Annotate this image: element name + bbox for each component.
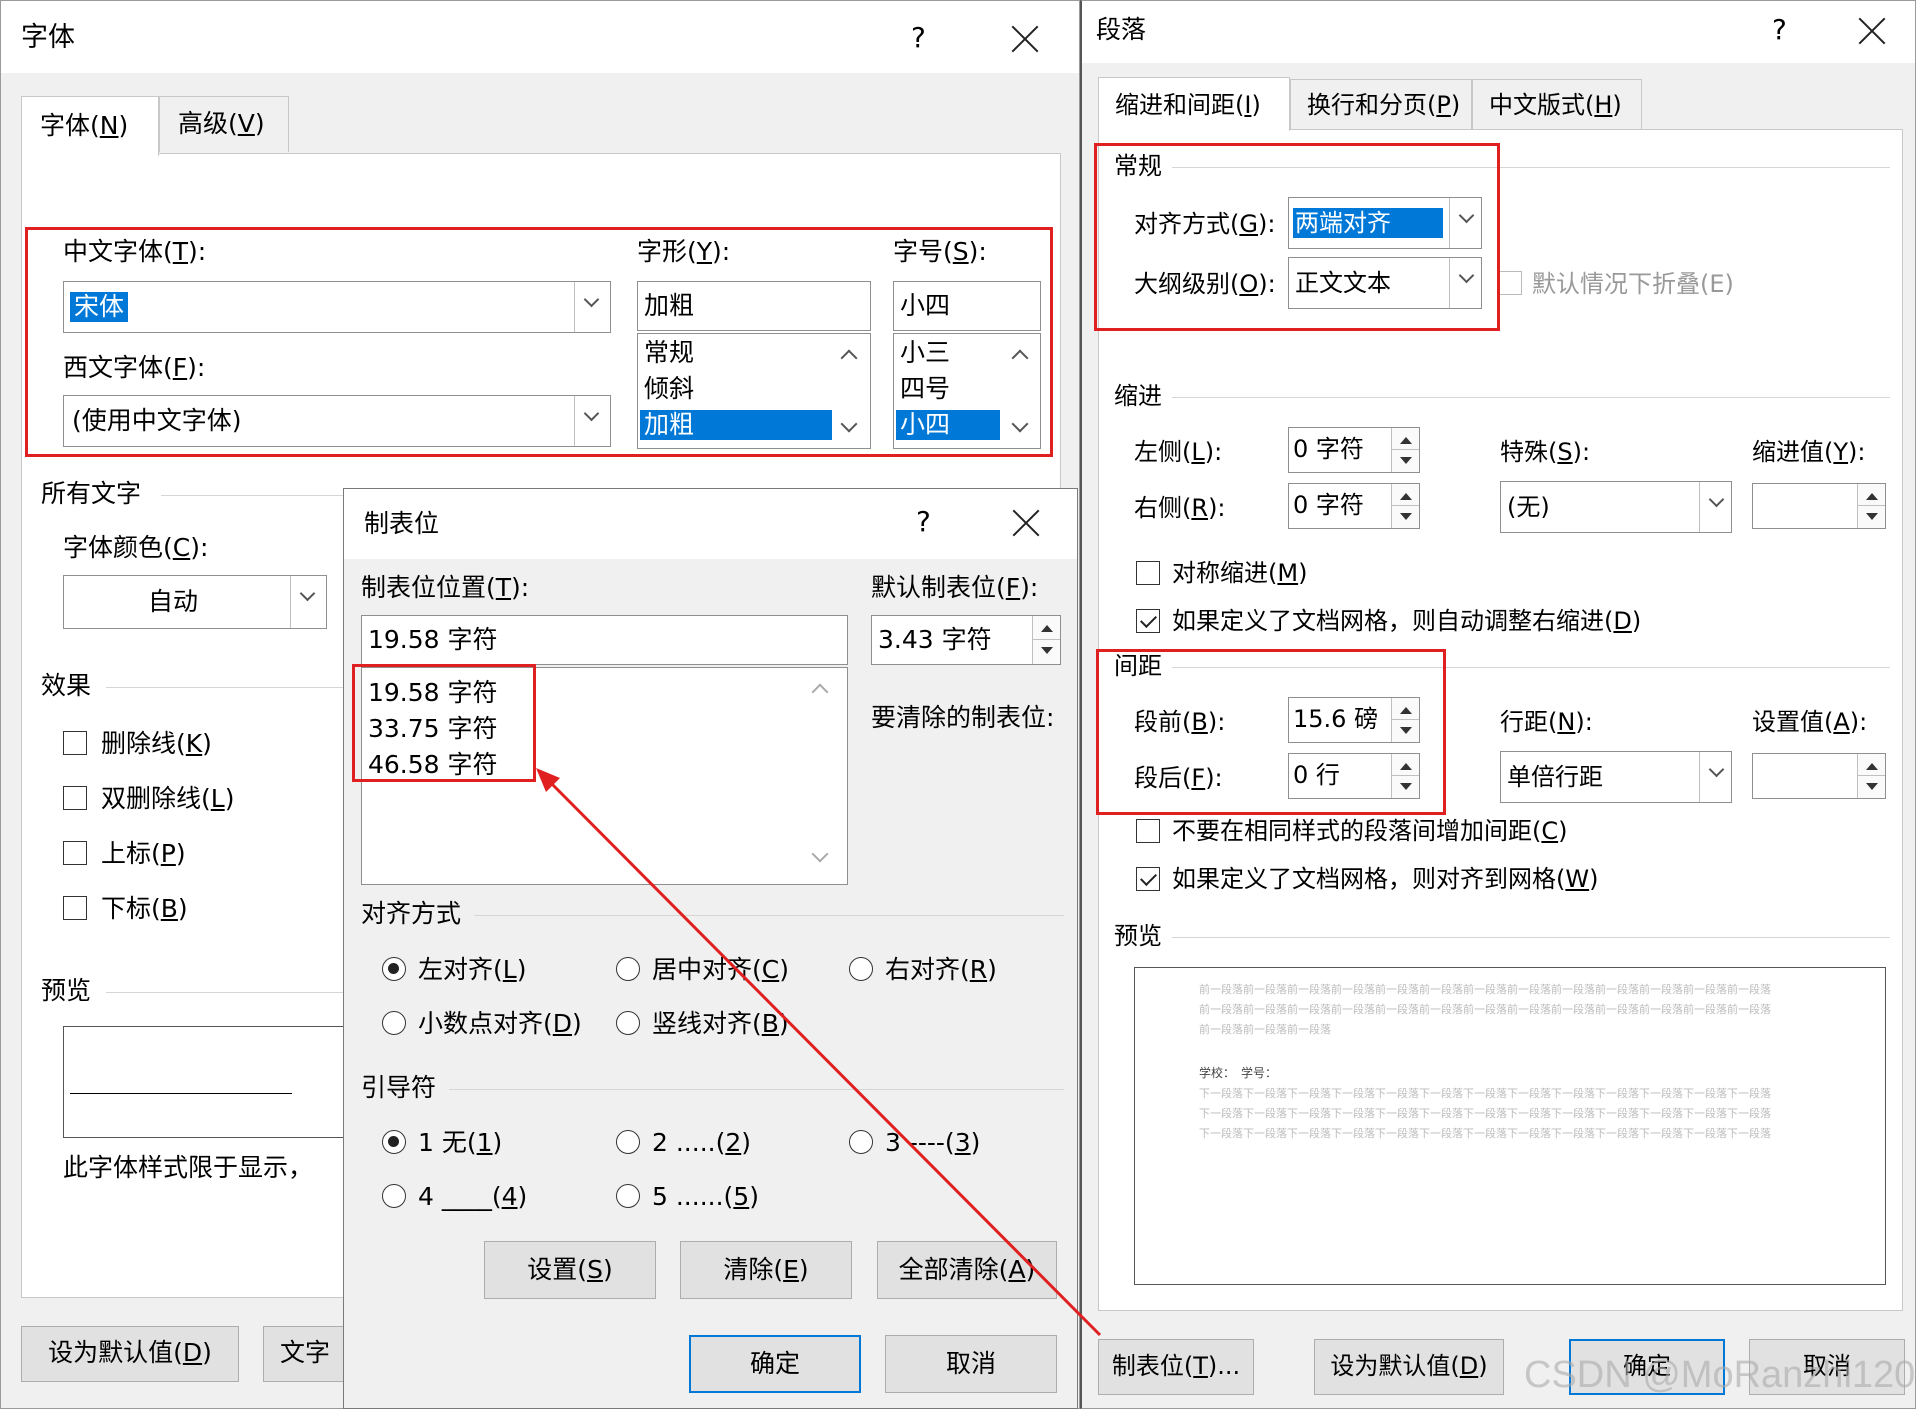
annotation-arrow bbox=[536, 768, 1102, 1337]
tab-indents-spacing[interactable]: 缩进和间距(I) bbox=[1098, 77, 1290, 131]
watermark: CSDN @MoRanzhi1203 bbox=[1524, 1354, 1916, 1396]
tab-font[interactable]: 字体(N) bbox=[21, 96, 159, 156]
